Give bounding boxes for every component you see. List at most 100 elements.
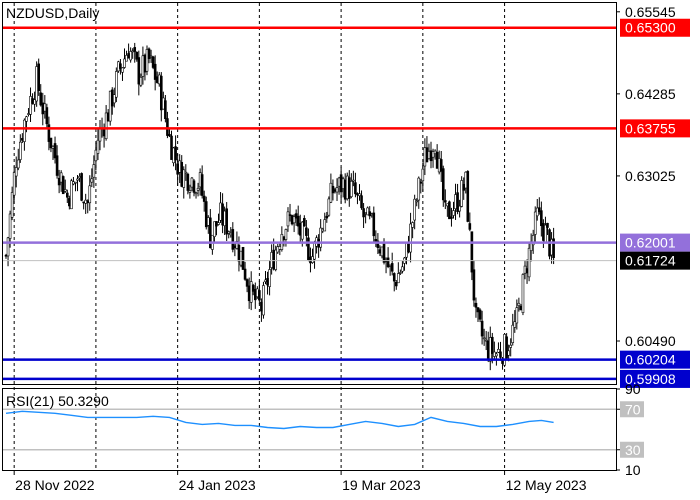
candle-body xyxy=(127,53,130,59)
candle-body xyxy=(170,135,173,160)
candle-body xyxy=(82,201,85,204)
candle-body xyxy=(110,89,114,107)
candle-body xyxy=(409,223,412,253)
price-tick-label: 0.65545 xyxy=(625,4,676,20)
candle-body xyxy=(206,217,210,226)
candle-body xyxy=(102,128,106,137)
candle-body xyxy=(200,174,204,196)
candle-body xyxy=(513,321,517,328)
candle-body xyxy=(237,244,241,262)
candle-body xyxy=(507,350,510,356)
candle-body xyxy=(382,243,386,263)
chart-title: NZDUSD,Daily xyxy=(6,5,99,21)
candle-body xyxy=(253,289,257,301)
candle-body xyxy=(213,221,216,237)
indicator-tick-label: 70 xyxy=(625,401,641,417)
candle-body xyxy=(157,74,161,85)
candle-body xyxy=(497,348,500,353)
level-label: 0.60204 xyxy=(625,352,676,368)
candle-body xyxy=(429,150,433,162)
candle-body xyxy=(337,177,341,187)
candle-body xyxy=(347,177,351,199)
candle-body xyxy=(53,143,57,159)
time-axis: 28 Nov 2022 24 Jan 2023 19 Mar 2023 12 May … xyxy=(13,470,587,493)
candle-body xyxy=(131,50,134,53)
candle-body xyxy=(480,320,484,337)
candle-body xyxy=(92,164,96,178)
candle-body xyxy=(425,147,429,163)
candle-body xyxy=(341,178,345,189)
candle-body xyxy=(219,202,222,221)
candles xyxy=(4,42,555,371)
candle-body xyxy=(511,324,515,343)
horizontal-levels: 0.653000.637550.620010.602040.59908 xyxy=(3,18,690,388)
candle-body xyxy=(115,71,118,98)
candle-body xyxy=(282,236,286,240)
candle-body xyxy=(452,210,455,216)
candle-body xyxy=(542,223,545,241)
candle-body xyxy=(437,158,441,173)
candle-body xyxy=(544,224,547,244)
candle-body xyxy=(166,118,169,136)
candle-body xyxy=(515,307,519,324)
candle-body xyxy=(378,249,382,254)
candle-body xyxy=(188,190,192,193)
candle-body xyxy=(256,288,259,298)
candle-body xyxy=(372,212,376,237)
candle-body xyxy=(276,246,280,253)
candle-body xyxy=(423,147,427,167)
candle-body xyxy=(478,309,482,320)
candle-body xyxy=(370,213,374,216)
candle-body xyxy=(84,199,87,204)
candle-body xyxy=(303,218,306,227)
candle-body xyxy=(221,203,224,226)
candle-body xyxy=(133,47,137,52)
candle-body xyxy=(145,49,149,72)
candle-body xyxy=(63,189,67,192)
candle-body xyxy=(147,48,151,59)
candle-body xyxy=(394,281,398,287)
candle-body xyxy=(392,273,396,282)
candle-body xyxy=(119,63,122,69)
candle-body xyxy=(360,195,363,209)
candle-body xyxy=(368,211,372,217)
candle-body xyxy=(313,242,316,260)
candle-body xyxy=(460,180,463,207)
candle-body xyxy=(411,222,414,228)
candle-body xyxy=(198,172,202,188)
candle-body xyxy=(319,227,322,248)
candle-body xyxy=(192,180,196,193)
candle-body xyxy=(123,58,126,68)
candle-body xyxy=(294,213,298,219)
level-label: 0.62001 xyxy=(625,235,676,251)
candle-body xyxy=(390,263,394,272)
candle-body xyxy=(33,99,36,105)
candle-body xyxy=(117,61,120,72)
candle-body xyxy=(108,90,112,122)
candle-body xyxy=(262,285,265,316)
price-chart[interactable]: 0.653000.637550.620010.602040.59908 0.61… xyxy=(0,0,700,500)
candle-body xyxy=(180,162,184,187)
candle-body xyxy=(90,178,94,183)
candle-body xyxy=(421,168,425,182)
candle-body xyxy=(12,172,16,196)
candle-body xyxy=(129,51,132,61)
candle-body xyxy=(202,195,206,202)
candle-body xyxy=(29,96,32,115)
candle-body xyxy=(23,119,26,142)
candle-body xyxy=(405,241,408,258)
candle-body xyxy=(307,237,310,261)
indicator-tick-label: 30 xyxy=(625,442,641,458)
price-tick-label: 0.60490 xyxy=(625,333,676,349)
candle-body xyxy=(182,169,186,188)
candle-body xyxy=(27,113,30,115)
indicator-level-lines xyxy=(3,408,616,451)
candle-body xyxy=(76,178,79,181)
candle-body xyxy=(325,215,329,219)
level-label: 0.65300 xyxy=(625,20,676,36)
candle-body xyxy=(96,139,100,154)
candle-body xyxy=(517,302,521,306)
candle-body xyxy=(4,254,8,257)
candle-body xyxy=(8,213,12,239)
x-tick-label: 19 Mar 2023 xyxy=(342,477,421,493)
